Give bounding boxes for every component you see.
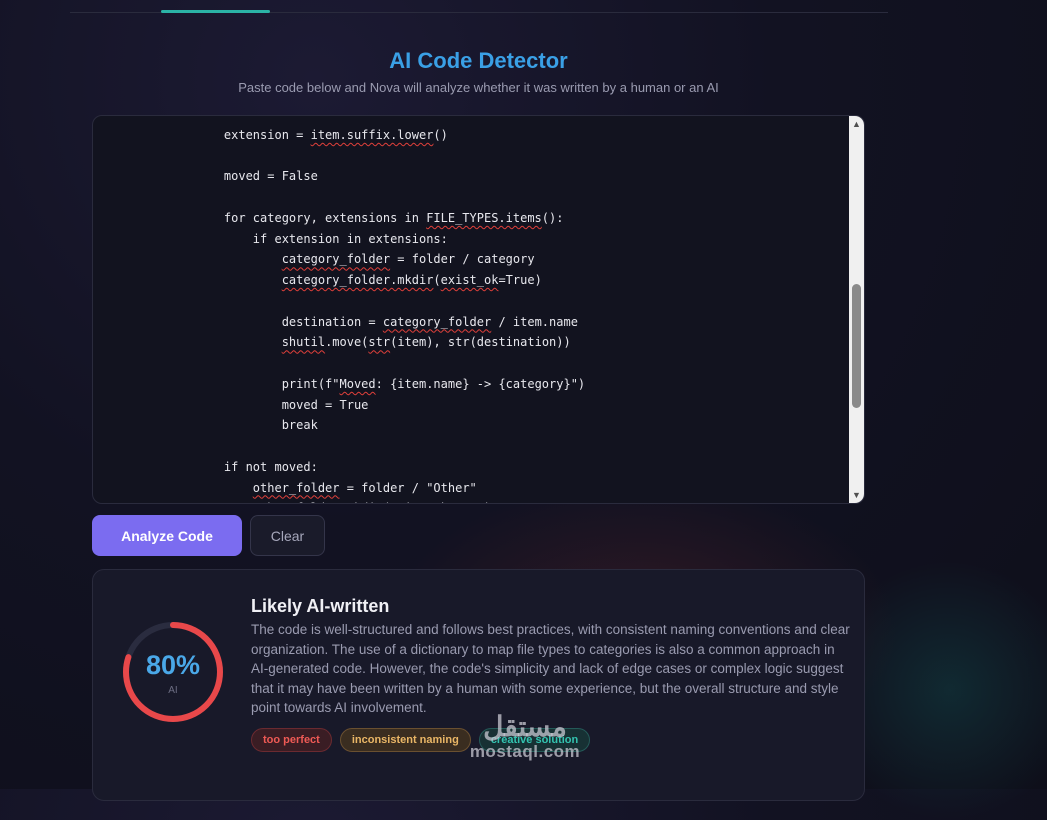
code-line: print(f"Moved: {item.name} -> {category}… xyxy=(195,376,586,391)
code-line: moved = True xyxy=(195,397,369,412)
code-input-editor[interactable]: extension = item.suffix.lower() moved = … xyxy=(92,115,865,504)
code-line: category_folder.mkdir(exist_ok=True) xyxy=(281,273,542,287)
clear-button[interactable]: Clear xyxy=(250,515,325,556)
scroll-up-arrow-icon[interactable]: ▲ xyxy=(849,117,864,131)
tag-badge: inconsistent naming xyxy=(339,728,471,752)
scrollbar-thumb[interactable] xyxy=(852,284,861,408)
watermark-latin: mostaql.com xyxy=(469,742,581,761)
watermark-arabic: مستقل xyxy=(483,711,567,742)
code-text[interactable]: extension = item.suffix.lower() moved = … xyxy=(195,116,586,503)
tab-active-indicator[interactable] xyxy=(161,10,270,13)
code-line: moved = False xyxy=(195,169,318,184)
result-card: 80% AI Likely AI-written The code is wel… xyxy=(92,569,865,801)
verdict-explanation: The code is well-structured and follows … xyxy=(251,622,850,715)
code-line: if not moved: xyxy=(195,459,318,474)
watermark-logo: مستقل mostaql.com xyxy=(460,712,590,762)
code-line: destination = category_folder / item.nam… xyxy=(195,314,578,329)
code-line: for category, extensions in FILE_TYPES.i… xyxy=(195,210,564,225)
code-line: if extension in extensions: xyxy=(195,231,448,246)
ai-score-caption: AI xyxy=(168,685,178,696)
code-line: break xyxy=(195,418,318,433)
scroll-down-arrow-icon[interactable]: ▼ xyxy=(849,488,864,502)
verdict-heading: Likely AI-written xyxy=(251,596,390,616)
code-line: other_folder.mkdir(exist_ok=True) xyxy=(195,498,585,503)
code-line: shutil.move(str(item), str(destination)) xyxy=(281,335,571,350)
code-line: category_folder = folder / category xyxy=(281,252,535,267)
ai-score-value: 80% xyxy=(145,650,201,680)
page-subtitle: Paste code below and Nova will analyze w… xyxy=(238,80,719,95)
code-line: other_folder = folder / "Other" xyxy=(252,480,477,495)
tag-badge: too perfect xyxy=(251,728,332,752)
page-title: AI Code Detector xyxy=(389,48,568,73)
analyze-code-button[interactable]: Analyze Code xyxy=(92,515,242,556)
editor-scrollbar[interactable]: ▲ ▼ xyxy=(849,116,864,503)
code-line: extension = item.suffix.lower() xyxy=(195,127,448,142)
